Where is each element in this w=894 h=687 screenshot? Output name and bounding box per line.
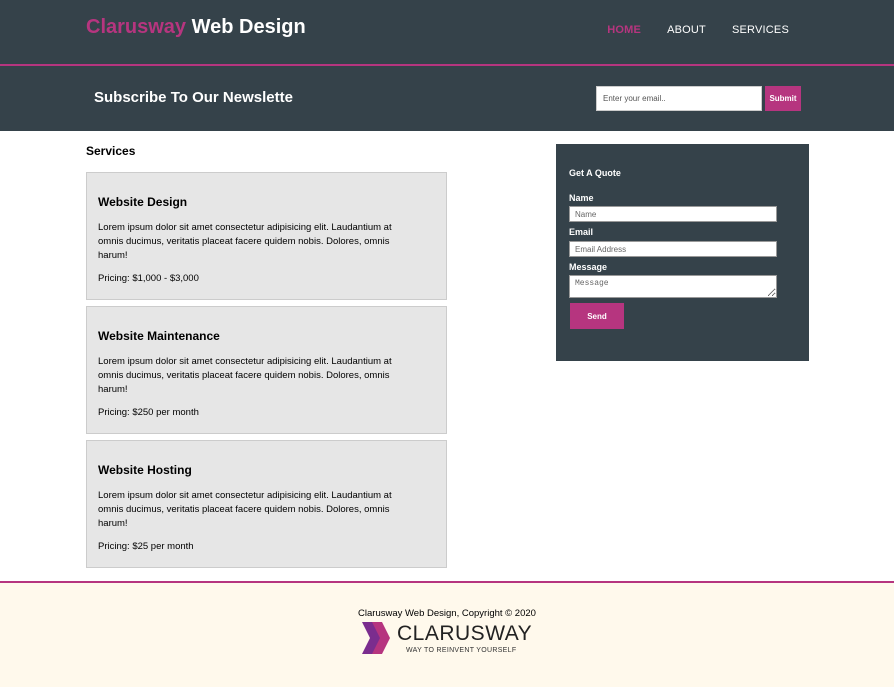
message-label: Message bbox=[569, 262, 608, 272]
nav-services-link[interactable]: SERVICES bbox=[732, 24, 789, 36]
service-pricing: Pricing: $1,000 - $3,000 bbox=[98, 273, 199, 284]
service-card-maintenance: Website Maintenance Lorem ipsum dolor si… bbox=[86, 306, 447, 434]
nav-about-link[interactable]: ABOUT bbox=[667, 24, 706, 36]
service-card-hosting: Website Hosting Lorem ipsum dolor sit am… bbox=[86, 440, 447, 568]
site-header: Clarusway Web Design HOME ABOUT SERVICES bbox=[0, 0, 894, 66]
service-name: Website Design bbox=[98, 195, 188, 209]
footer-copyright: Clarusway Web Design, Copyright © 2020 bbox=[358, 608, 536, 619]
services-title: Services bbox=[86, 144, 136, 158]
name-field[interactable] bbox=[569, 206, 777, 222]
chevron-logo-icon bbox=[362, 622, 390, 654]
newsletter-section: Subscribe To Our Newslette Submit bbox=[0, 66, 894, 131]
email-label: Email bbox=[569, 227, 594, 237]
quote-title: Get A Quote bbox=[569, 168, 621, 178]
logo-text: Web Design bbox=[191, 16, 306, 38]
nav-home-link[interactable]: HOME bbox=[607, 24, 641, 36]
service-name: Website Maintenance bbox=[98, 329, 220, 343]
quote-form: Get A Quote Name Email Message Send bbox=[556, 144, 809, 361]
service-description: Lorem ipsum dolor sit amet consectetur a… bbox=[98, 222, 392, 261]
newsletter-title: Subscribe To Our Newslette bbox=[94, 89, 293, 106]
newsletter-submit-button[interactable]: Submit bbox=[765, 86, 801, 111]
brand-tagline: WAY TO REINVENT YOURSELF bbox=[406, 647, 517, 654]
site-logo[interactable]: Clarusway Web Design bbox=[86, 16, 306, 39]
service-card-design: Website Design Lorem ipsum dolor sit ame… bbox=[86, 172, 447, 300]
service-description: Lorem ipsum dolor sit amet consectetur a… bbox=[98, 356, 392, 395]
service-pricing: Pricing: $250 per month bbox=[98, 407, 199, 418]
service-pricing: Pricing: $25 per month bbox=[98, 541, 194, 552]
brand-name: CLARUSWAY bbox=[397, 622, 533, 645]
logo-accent-text: Clarusway bbox=[86, 16, 187, 38]
send-button[interactable]: Send bbox=[570, 303, 624, 329]
email-field[interactable] bbox=[569, 241, 777, 257]
clarusway-logo: CLARUSWAY WAY TO REINVENT YOURSELF bbox=[360, 619, 540, 657]
newsletter-email-input[interactable] bbox=[596, 86, 762, 111]
service-description: Lorem ipsum dolor sit amet consectetur a… bbox=[98, 490, 392, 529]
main-nav: HOME ABOUT SERVICES bbox=[607, 24, 789, 36]
service-name: Website Hosting bbox=[98, 463, 192, 477]
name-label: Name bbox=[569, 193, 594, 203]
message-field[interactable] bbox=[569, 275, 777, 298]
site-footer: Clarusway Web Design, Copyright © 2020 C… bbox=[0, 581, 894, 687]
